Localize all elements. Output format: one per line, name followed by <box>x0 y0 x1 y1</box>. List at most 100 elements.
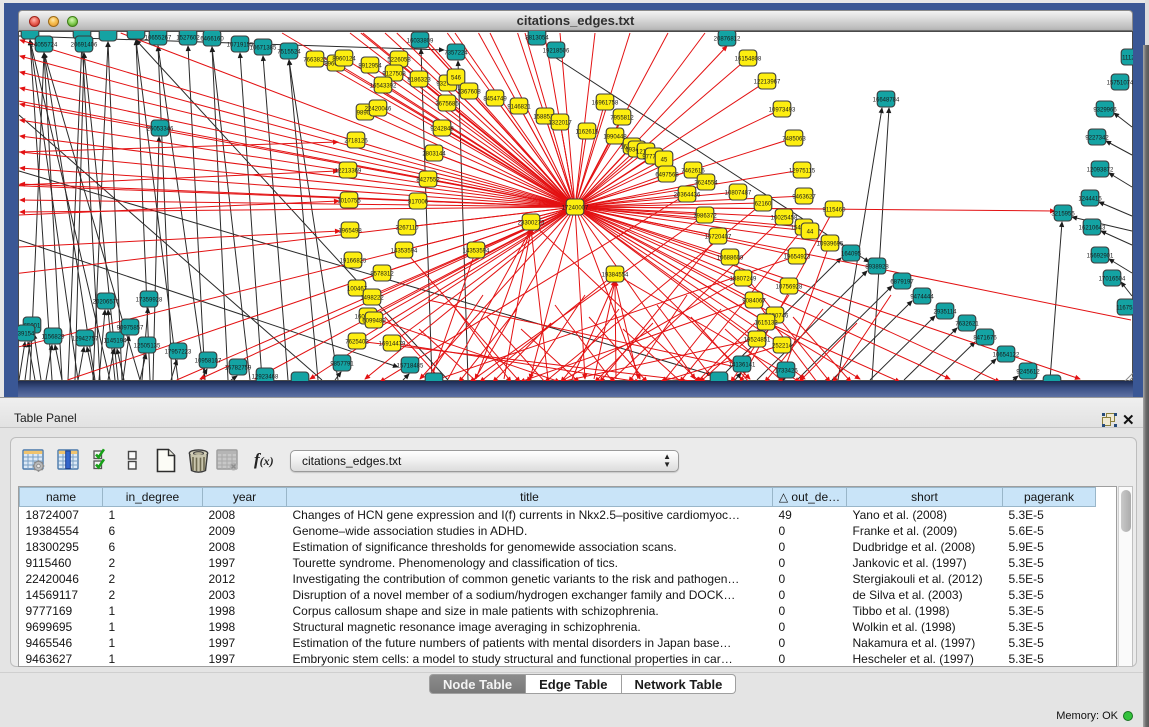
svg-text:9857791: 9857791 <box>330 361 354 367</box>
svg-text:9463627: 9463627 <box>792 194 816 200</box>
svg-text:12923468: 12923468 <box>252 374 279 380</box>
svg-text:23300273: 23300273 <box>518 220 545 226</box>
svg-text:164095: 164095 <box>841 251 862 257</box>
svg-text:20876812: 20876812 <box>714 36 741 42</box>
svg-text:1145194: 1145194 <box>104 338 128 344</box>
svg-text:8186323: 8186323 <box>407 77 431 83</box>
svg-text:3267110: 3267110 <box>396 225 420 231</box>
svg-text:6466160: 6466160 <box>200 36 224 42</box>
svg-text:10958107: 10958107 <box>195 358 222 364</box>
svg-text:16154808: 16154808 <box>735 56 762 62</box>
svg-text:1965498: 1965498 <box>338 228 362 234</box>
svg-text:1244415: 1244415 <box>1078 196 1102 202</box>
svg-text:10807487: 10807487 <box>725 190 752 196</box>
svg-text:10654122: 10654122 <box>993 352 1020 358</box>
svg-text:252214: 252214 <box>772 343 793 349</box>
svg-text:9329966: 9329966 <box>1093 107 1117 113</box>
svg-text:10973493: 10973493 <box>769 107 796 113</box>
svg-text:17016504: 17016504 <box>1099 276 1126 282</box>
svg-text:9474444: 9474444 <box>910 294 934 300</box>
svg-text:20364436: 20364436 <box>674 192 701 198</box>
svg-text:12942757: 12942757 <box>72 336 99 342</box>
svg-text:16543392: 16543392 <box>370 83 397 89</box>
svg-text:5226058: 5226058 <box>387 57 411 63</box>
svg-text:16961758: 16961758 <box>592 100 619 106</box>
svg-text:19218506: 19218506 <box>543 48 570 54</box>
svg-text:62160: 62160 <box>755 201 772 207</box>
svg-text:10671385: 10671385 <box>250 45 277 51</box>
svg-text:6879197: 6879197 <box>890 279 914 285</box>
svg-text:8960124: 8960124 <box>332 56 356 62</box>
svg-text:9115460: 9115460 <box>823 207 847 213</box>
svg-text:9146821: 9146821 <box>507 104 531 110</box>
svg-text:18807249: 18807249 <box>730 276 757 282</box>
svg-text:7632621: 7632621 <box>955 321 979 327</box>
svg-text:8938928: 8938928 <box>865 264 889 270</box>
svg-text:20691406: 20691406 <box>71 42 98 48</box>
svg-text:546: 546 <box>451 75 462 81</box>
svg-text:90975857: 90975857 <box>117 325 144 331</box>
svg-text:8912954: 8912954 <box>358 63 382 69</box>
svg-text:11123: 11123 <box>1122 55 1133 61</box>
svg-text:10756928: 10756928 <box>776 284 803 290</box>
svg-text:3215955: 3215955 <box>1051 211 1075 217</box>
svg-text:9127508: 9127508 <box>382 71 406 77</box>
svg-text:2367608: 2367608 <box>457 89 481 95</box>
svg-text:10655267: 10655267 <box>145 35 172 41</box>
svg-text:12213369: 12213369 <box>335 168 362 174</box>
svg-text:39154: 39154 <box>18 331 35 337</box>
svg-text:1162615: 1162615 <box>576 129 600 135</box>
svg-text:7986372: 7986372 <box>693 213 717 219</box>
svg-text:10939695: 10939695 <box>817 241 844 247</box>
svg-text:6099489: 6099489 <box>362 318 386 324</box>
svg-text:16914479: 16914479 <box>379 341 406 347</box>
svg-text:10025458: 10025458 <box>771 215 798 221</box>
svg-text:7625402: 7625402 <box>345 339 369 345</box>
svg-text:15692901: 15692901 <box>1087 253 1114 259</box>
svg-text:19384554: 19384554 <box>602 272 629 278</box>
svg-text:1733426: 1733426 <box>774 368 798 374</box>
svg-text:15718485: 15718485 <box>397 363 424 369</box>
svg-text:2803144: 2803144 <box>422 151 446 157</box>
svg-text:8471676: 8471676 <box>973 335 997 341</box>
svg-text:7357224: 7357224 <box>444 50 468 56</box>
svg-text:12213967: 12213967 <box>754 79 781 85</box>
svg-text:19654923: 19654923 <box>784 254 811 260</box>
svg-text:8578312: 8578312 <box>370 271 394 277</box>
svg-text:7485063: 7485063 <box>782 136 806 142</box>
svg-text:44: 44 <box>807 229 814 235</box>
svg-text:9227342: 9227342 <box>1085 135 1109 141</box>
svg-text:2935114: 2935114 <box>934 309 958 315</box>
svg-text:15751074: 15751074 <box>1107 80 1133 86</box>
svg-text:8813054: 8813054 <box>525 35 549 41</box>
svg-text:3624554: 3624554 <box>694 180 718 186</box>
svg-text:19524851: 19524851 <box>744 337 771 343</box>
svg-text:7462616: 7462616 <box>681 168 705 174</box>
svg-text:20206576: 20206576 <box>93 299 120 305</box>
svg-text:12975115: 12975115 <box>789 168 816 174</box>
svg-text:2718126: 2718126 <box>344 138 368 144</box>
svg-text:15720407: 15720407 <box>705 234 732 240</box>
svg-text:22420046: 22420046 <box>365 106 392 112</box>
svg-text:16033809: 16033809 <box>407 38 434 44</box>
svg-text:8427552: 8427552 <box>416 177 440 183</box>
svg-text:1615132: 1615132 <box>754 320 778 326</box>
svg-text:6497568: 6497568 <box>655 172 679 178</box>
svg-text:3675685: 3675685 <box>435 101 459 107</box>
svg-text:9084067: 9084067 <box>742 298 766 304</box>
svg-text:16782759: 16782759 <box>225 365 252 371</box>
svg-text:317006: 317006 <box>408 199 429 205</box>
svg-text:45: 45 <box>661 157 668 163</box>
svg-text:17359928: 17359928 <box>136 297 163 303</box>
svg-text:7515524: 7515524 <box>277 49 301 55</box>
svg-text:19166825: 19166825 <box>340 258 367 264</box>
svg-text:25053346: 25053346 <box>147 126 174 132</box>
svg-text:9242848: 9242848 <box>430 126 454 132</box>
svg-text:1322017: 1322017 <box>548 120 572 126</box>
svg-text:7955812: 7955812 <box>610 115 634 121</box>
svg-text:17957223: 17957223 <box>165 349 192 355</box>
svg-text:16648784: 16648784 <box>873 97 900 103</box>
svg-text:8454749: 8454749 <box>483 96 507 102</box>
svg-text:12093872: 12093872 <box>1087 167 1114 173</box>
svg-text:116753: 116753 <box>1116 305 1133 311</box>
